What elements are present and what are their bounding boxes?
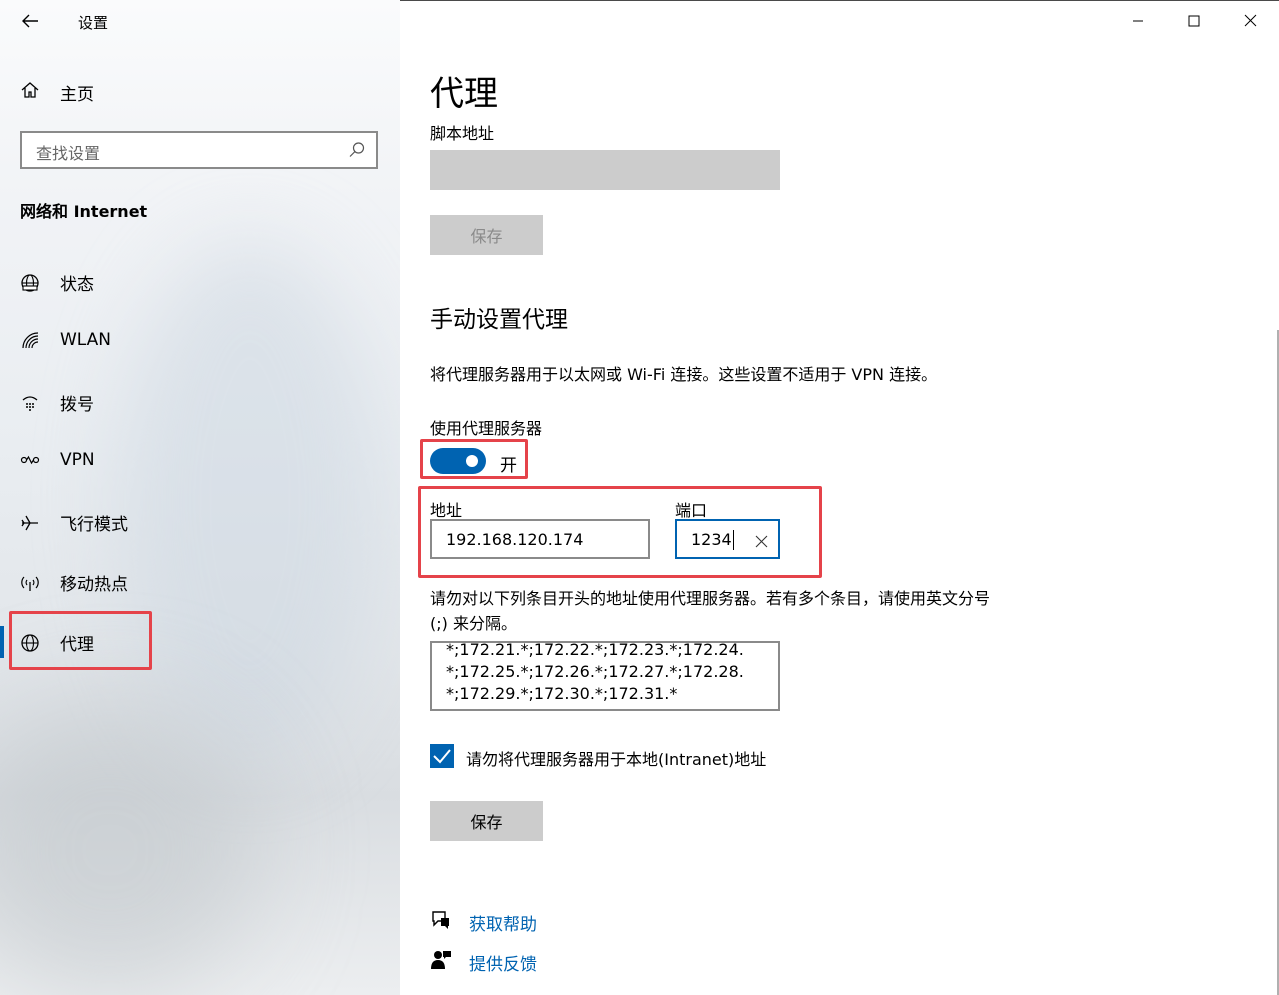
page-title: 代理 <box>430 74 498 114</box>
hotspot-icon <box>20 573 40 593</box>
selection-indicator <box>0 626 4 658</box>
help-icon <box>430 909 452 935</box>
app-title: 设置 <box>78 14 109 32</box>
local-bypass-checkbox[interactable] <box>430 744 454 768</box>
script-address-label: 脚本地址 <box>430 124 495 143</box>
sidebar-item-airplane[interactable]: 飞行模式 <box>20 510 128 535</box>
manual-proxy-heading: 手动设置代理 <box>430 307 568 333</box>
save-button[interactable]: 保存 <box>430 801 543 841</box>
sidebar-item-hotspot[interactable]: 移动热点 <box>20 570 128 595</box>
background-blur <box>120 240 380 760</box>
sidebar-item-dialup[interactable]: 拨号 <box>20 390 94 415</box>
home-icon <box>20 80 40 105</box>
sidebar-item-label: 飞行模式 <box>60 515 128 535</box>
exceptions-value: *;172.21.*;172.22.*;172.23.*;172.24.*;17… <box>446 641 744 703</box>
window-top-border <box>400 0 1279 1</box>
highlight-box-address-port <box>418 486 822 578</box>
sidebar-item-label: 拨号 <box>60 395 94 415</box>
sidebar-item-vpn[interactable]: VPN <box>20 450 95 470</box>
manual-proxy-description: 将代理服务器用于以太网或 Wi-Fi 连接。这些设置不适用于 VPN 连接。 <box>430 365 938 384</box>
sidebar-item-status[interactable]: 状态 <box>20 270 94 295</box>
wifi-icon <box>20 330 40 350</box>
highlight-box-proxy <box>9 611 152 670</box>
minimize-icon[interactable] <box>1124 10 1152 32</box>
sidebar-item-label: 移动热点 <box>60 575 128 595</box>
exceptions-description: 请勿对以下列条目开头的地址使用代理服务器。若有多个条目，请使用英文分号 (;) … <box>430 589 991 633</box>
dialup-icon <box>20 393 40 413</box>
sidebar-item-label: WLAN <box>60 330 112 350</box>
search-placeholder: 查找设置 <box>36 144 101 163</box>
search-icon[interactable] <box>348 141 366 163</box>
section-heading: 网络和 Internet <box>20 202 148 221</box>
script-address-input[interactable] <box>430 150 780 190</box>
feedback-icon <box>430 949 452 975</box>
script-save-button[interactable]: 保存 <box>430 215 543 255</box>
local-bypass-label: 请勿将代理服务器用于本地(Intranet)地址 <box>466 750 767 769</box>
globe-status-icon <box>20 273 40 293</box>
checkmark-icon <box>433 749 451 764</box>
sidebar-item-label: 状态 <box>60 275 94 295</box>
use-proxy-label: 使用代理服务器 <box>430 419 543 438</box>
exceptions-textarea[interactable]: *;172.21.*;172.22.*;172.23.*;172.24.*;17… <box>430 641 780 711</box>
back-arrow-icon[interactable] <box>18 10 42 32</box>
help-link[interactable]: 获取帮助 <box>469 910 537 935</box>
search-input[interactable]: 查找设置 <box>20 131 378 169</box>
sidebar-item-label: VPN <box>60 450 95 470</box>
home-label: 主页 <box>60 85 94 105</box>
sidebar-item-wlan[interactable]: WLAN <box>20 330 111 350</box>
maximize-icon[interactable] <box>1180 10 1208 32</box>
highlight-box-toggle <box>420 439 528 479</box>
close-icon[interactable] <box>1237 10 1265 32</box>
airplane-icon <box>20 513 40 533</box>
feedback-link[interactable]: 提供反馈 <box>469 950 537 975</box>
home-nav-item[interactable]: 主页 <box>20 80 94 105</box>
vpn-icon <box>20 450 40 470</box>
